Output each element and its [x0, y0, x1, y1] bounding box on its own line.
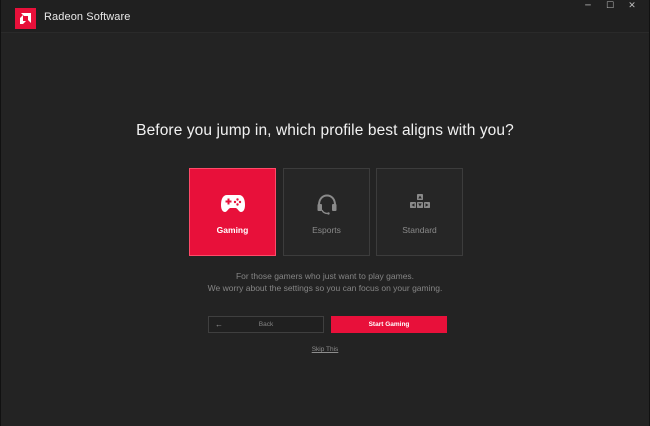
app-window: Radeon Software ─ ☐ ✕ Before you jump in…: [0, 0, 650, 426]
start-gaming-label: Start Gaming: [368, 321, 410, 328]
page-title: Before you jump in, which profile best a…: [136, 122, 514, 139]
gamepad-icon: [220, 195, 245, 212]
skip-link[interactable]: Skip This: [1, 346, 649, 353]
back-button-label: Back: [258, 321, 274, 328]
arrow-left-icon: ←: [215, 320, 223, 329]
profile-label-esports: Esports: [312, 225, 341, 235]
start-gaming-button[interactable]: Start Gaming: [331, 316, 447, 333]
app-title: Radeon Software: [44, 11, 131, 23]
keyboard-keys-icon: [409, 194, 430, 208]
profile-card-standard[interactable]: Standard: [376, 168, 463, 256]
profile-description-line1: For those gamers who just want to play g…: [235, 271, 415, 281]
window-controls: ─ ☐ ✕: [577, 0, 643, 12]
profile-card-esports[interactable]: Esports: [283, 168, 370, 256]
headset-icon: [317, 194, 336, 215]
profile-card-gaming[interactable]: Gaming: [189, 168, 276, 256]
amd-logo-icon: [20, 13, 31, 24]
profile-description-line2: We worry about the settings so you can f…: [207, 283, 443, 293]
amd-logo: [15, 8, 36, 29]
profile-label-gaming: Gaming: [216, 225, 249, 235]
title-bar: Radeon Software ─ ☐ ✕: [1, 0, 649, 33]
close-button[interactable]: ✕: [621, 0, 643, 12]
maximize-button[interactable]: ☐: [599, 0, 621, 12]
minimize-button[interactable]: ─: [577, 0, 599, 12]
back-button[interactable]: ← Back: [208, 316, 324, 333]
profile-label-standard: Standard: [402, 225, 437, 235]
